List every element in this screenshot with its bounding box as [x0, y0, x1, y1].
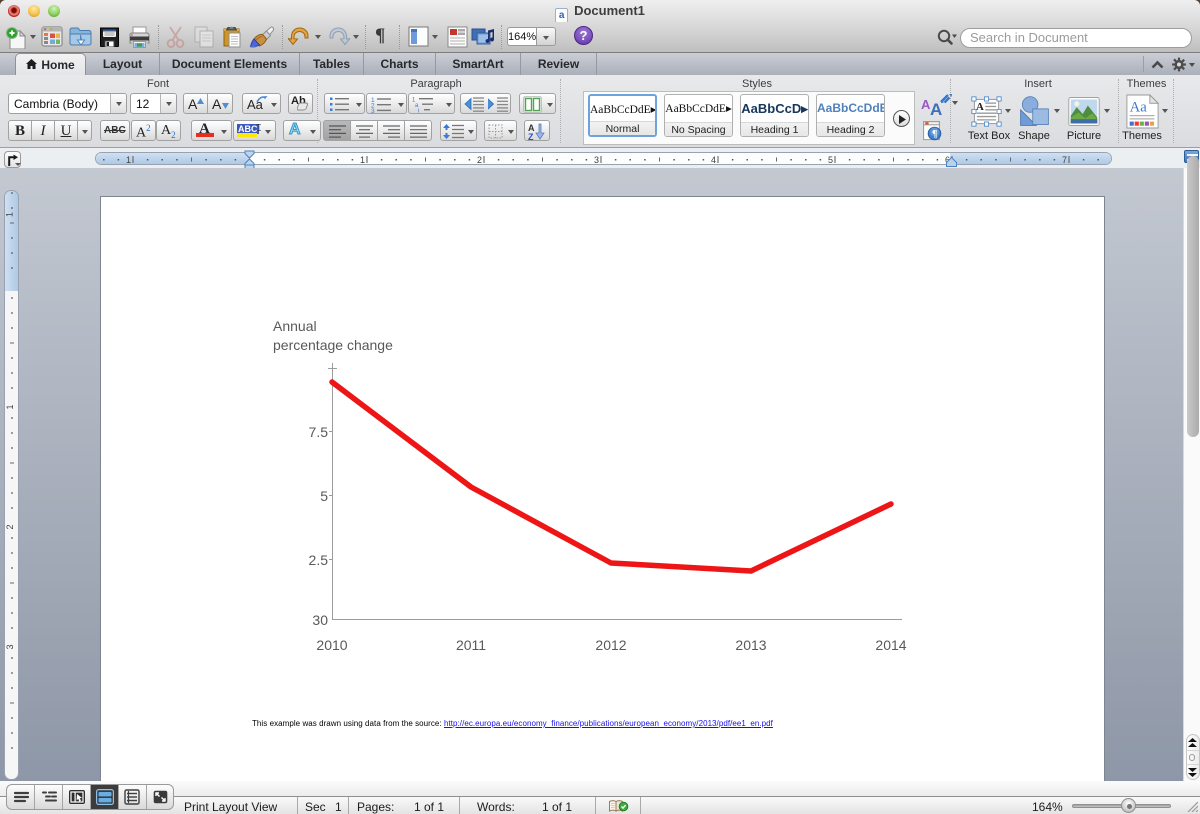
- svg-text:1: 1: [360, 155, 365, 165]
- svg-text:2: 2: [5, 524, 15, 529]
- svg-text:¶: ¶: [932, 129, 937, 140]
- svg-text:3: 3: [594, 155, 599, 165]
- svg-text:5: 5: [828, 155, 833, 165]
- svg-text:1: 1: [5, 404, 15, 409]
- svg-text:3: 3: [5, 644, 15, 649]
- svg-text:1: 1: [5, 212, 15, 217]
- svg-text:Aa: Aa: [1130, 100, 1148, 116]
- svg-text:1: 1: [126, 155, 131, 165]
- svg-text:2: 2: [477, 155, 482, 165]
- svg-text:Z: Z: [528, 132, 534, 140]
- svg-text:4: 4: [711, 155, 716, 165]
- svg-text:3: 3: [371, 108, 375, 113]
- svg-text:i: i: [418, 109, 419, 114]
- svg-text:A: A: [930, 100, 942, 118]
- svg-text:7: 7: [1062, 155, 1067, 165]
- svg-text:A: A: [976, 101, 984, 113]
